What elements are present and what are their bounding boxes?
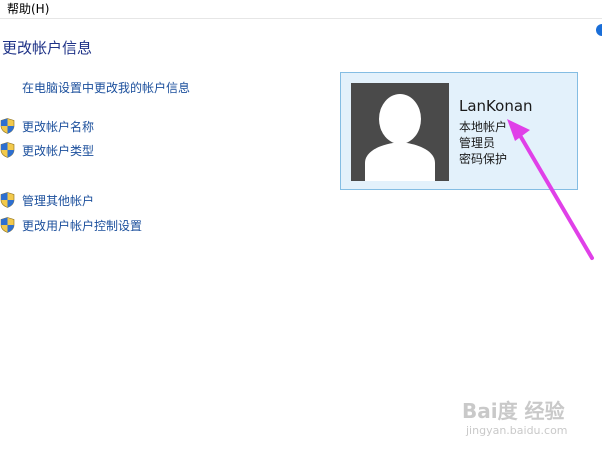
shield-icon: [0, 142, 15, 158]
avatar: [351, 83, 449, 181]
shield-icon: [0, 118, 15, 134]
shield-icon: [0, 217, 15, 233]
account-protection: 密码保护: [459, 152, 508, 166]
pc-settings-link[interactable]: 在电脑设置中更改我的帐户信息: [22, 80, 190, 96]
page-title: 更改帐户信息: [2, 39, 93, 57]
change-type-link[interactable]: 更改帐户类型: [22, 143, 94, 159]
manage-other-link[interactable]: 管理其他帐户: [22, 193, 94, 209]
user-silhouette-icon: [365, 94, 435, 181]
uac-settings-link[interactable]: 更改用户帐户控制设置: [22, 218, 142, 234]
account-role: 管理员: [459, 136, 496, 150]
account-type: 本地帐户: [459, 120, 508, 134]
watermark-logo: Bai度 经验: [462, 399, 565, 423]
shield-icon: [0, 192, 15, 208]
watermark-url: jingyan.baidu.com: [466, 424, 568, 437]
menu-bar: 帮助(H): [0, 0, 602, 19]
scroll-indicator[interactable]: [596, 24, 602, 36]
account-card: LanKonan 本地帐户 管理员 密码保护: [340, 72, 578, 190]
menu-help[interactable]: 帮助(H): [7, 1, 49, 17]
change-name-link[interactable]: 更改帐户名称: [22, 119, 94, 135]
account-name: LanKonan: [459, 97, 533, 115]
